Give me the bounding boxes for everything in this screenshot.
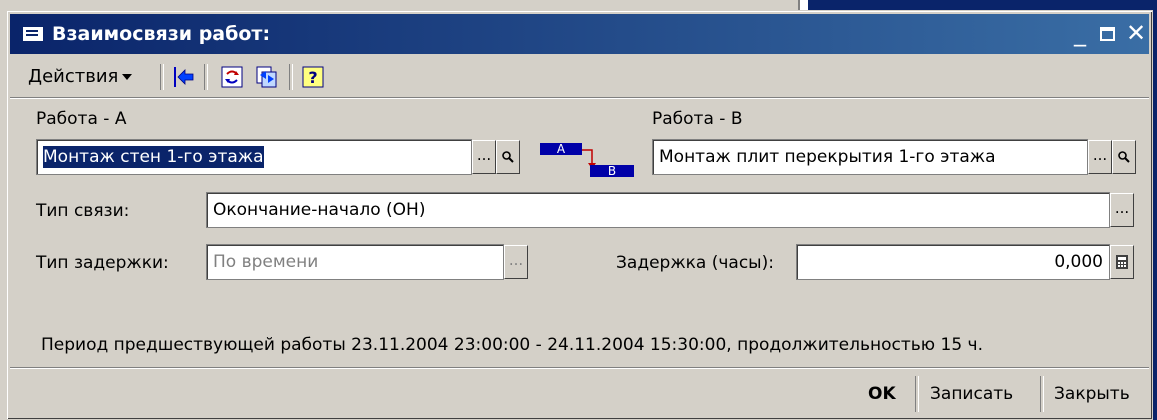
save-button[interactable]: Записать [930, 384, 1013, 404]
link-type-select-button[interactable]: ... [1110, 193, 1134, 227]
diagram-box-a: А [540, 143, 582, 155]
dialog-window: Взаимосвязи работ: _ ✕ Действия ? Работа… [6, 10, 1153, 420]
window-icon [22, 26, 44, 42]
work-b-label: Работа - В [652, 109, 743, 129]
work-a-value: Монтаж стен 1-го этажа [43, 146, 264, 168]
calculator-button[interactable] [1110, 245, 1134, 279]
delay-hours-label: Задержка (часы): [616, 253, 774, 273]
title-bar[interactable]: Взаимосвязи работ: _ ✕ [10, 14, 1149, 54]
work-a-label: Работа - А [36, 109, 127, 129]
magnifier-icon [1118, 151, 1130, 163]
footer-bar: OK Записать Закрыть [10, 367, 1149, 418]
work-b-field[interactable]: Монтаж плит перекрытия 1-го этажа [652, 139, 1088, 175]
window-title: Взаимосвязи работ: [52, 23, 271, 45]
delay-type-field: По времени [206, 244, 504, 280]
delay-type-select-button: ... [504, 245, 528, 279]
close-button[interactable]: Закрыть [1054, 384, 1130, 404]
magnifier-icon [502, 151, 514, 163]
delay-type-label: Тип задержки: [36, 253, 169, 273]
work-b-select-button[interactable]: ... [1088, 140, 1112, 174]
footer-separator [915, 376, 919, 412]
period-info-text: Период предшествующей работы 23.11.2004 … [41, 335, 984, 355]
link-type-diagram: А В [540, 143, 636, 179]
actions-menu[interactable]: Действия [28, 66, 133, 87]
form-area: Работа - А Работа - В Монтаж стен 1-го э… [10, 99, 1149, 365]
minimize-button[interactable]: _ [1066, 20, 1094, 46]
chevron-down-icon [122, 74, 133, 80]
link-type-field[interactable]: Окончание-начало (ОН) [206, 192, 1110, 228]
toolbar-separator [204, 64, 208, 90]
close-window-button[interactable]: ✕ [1122, 20, 1150, 46]
ok-button[interactable]: OK [868, 384, 896, 404]
svg-text:?: ? [308, 68, 317, 87]
swap-icon[interactable] [254, 65, 278, 89]
toolbar-separator [289, 64, 293, 90]
work-a-field[interactable]: Монтаж стен 1-го этажа [36, 139, 472, 175]
toolbar: Действия ? [10, 56, 1149, 99]
footer-separator [1040, 376, 1044, 412]
refresh-icon[interactable] [220, 65, 244, 89]
delay-hours-field[interactable]: 0,000 [796, 244, 1110, 280]
arrow-left-blue-icon[interactable] [172, 65, 196, 89]
help-icon[interactable]: ? [301, 65, 325, 89]
diagram-box-b: В [590, 165, 634, 177]
work-b-search-button[interactable] [1112, 140, 1136, 174]
maximize-button[interactable] [1093, 20, 1121, 46]
work-a-search-button[interactable] [496, 140, 520, 174]
link-type-label: Тип связи: [36, 201, 130, 221]
work-a-select-button[interactable]: ... [472, 140, 496, 174]
toolbar-separator [160, 64, 164, 90]
actions-menu-label: Действия [28, 66, 119, 87]
calculator-icon [1116, 255, 1128, 269]
